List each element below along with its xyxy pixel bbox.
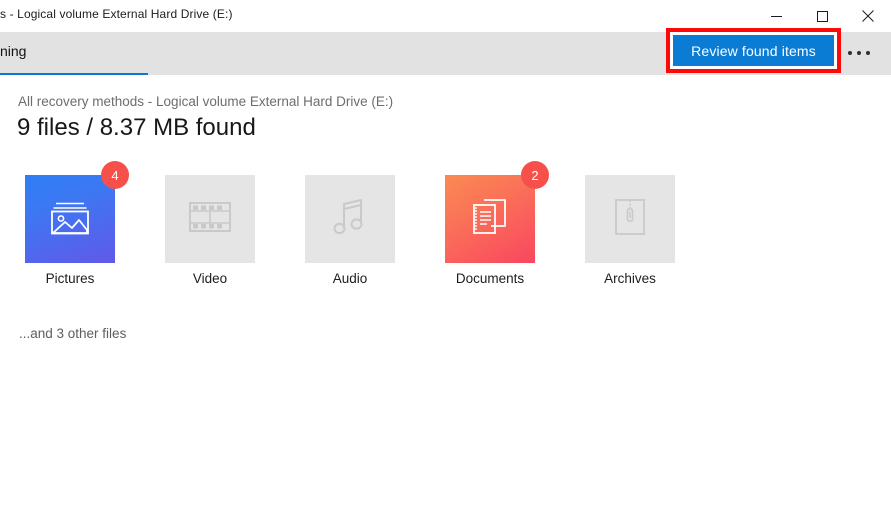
tile-pictures-label: Pictures bbox=[45, 271, 95, 286]
overflow-menu-icon[interactable] bbox=[848, 42, 888, 64]
tile-video[interactable]: Video bbox=[165, 175, 255, 286]
tile-archives-label: Archives bbox=[604, 271, 656, 286]
close-button[interactable] bbox=[845, 0, 891, 32]
tile-video-label: Video bbox=[192, 271, 228, 286]
music-note-icon bbox=[330, 196, 370, 243]
review-found-items-button[interactable]: Review found items bbox=[673, 35, 834, 66]
tile-pictures[interactable]: 4 Pictures bbox=[25, 161, 129, 286]
tile-audio[interactable]: Audio bbox=[305, 175, 395, 286]
tile-documents-label: Documents bbox=[455, 271, 525, 286]
tile-audio-box[interactable] bbox=[305, 175, 395, 263]
file-category-tiles: 4 Pictures Video Audio 2 Documents Archi… bbox=[25, 161, 725, 305]
tile-documents[interactable]: 2 Documents bbox=[445, 161, 549, 286]
tile-documents-badge: 2 bbox=[521, 161, 549, 189]
tile-archives[interactable]: Archives bbox=[585, 175, 675, 286]
main-content: All recovery methods - Logical volume Ex… bbox=[0, 75, 891, 505]
dot-3 bbox=[866, 51, 870, 55]
other-files-text: ...and 3 other files bbox=[19, 326, 127, 341]
archive-zip-icon bbox=[611, 197, 649, 242]
tile-documents-box[interactable]: 2 bbox=[445, 161, 549, 263]
recovery-method-subtitle: All recovery methods - Logical volume Ex… bbox=[18, 94, 394, 109]
documents-icon bbox=[467, 196, 513, 243]
page-title: 9 files / 8.37 MB found bbox=[17, 114, 256, 141]
tile-pictures-badge: 4 bbox=[101, 161, 129, 189]
window-title: s - Logical volume External Hard Drive (… bbox=[0, 7, 233, 21]
tile-archives-box[interactable] bbox=[585, 175, 675, 263]
tab-scanning[interactable]: ning bbox=[0, 43, 26, 59]
tile-audio-label: Audio bbox=[332, 271, 368, 286]
tile-pictures-box[interactable]: 4 bbox=[25, 161, 129, 263]
dot-2 bbox=[857, 51, 861, 55]
dot-1 bbox=[848, 51, 852, 55]
tile-video-box[interactable] bbox=[165, 175, 255, 263]
picture-icon bbox=[47, 197, 93, 242]
film-strip-icon bbox=[187, 198, 233, 241]
